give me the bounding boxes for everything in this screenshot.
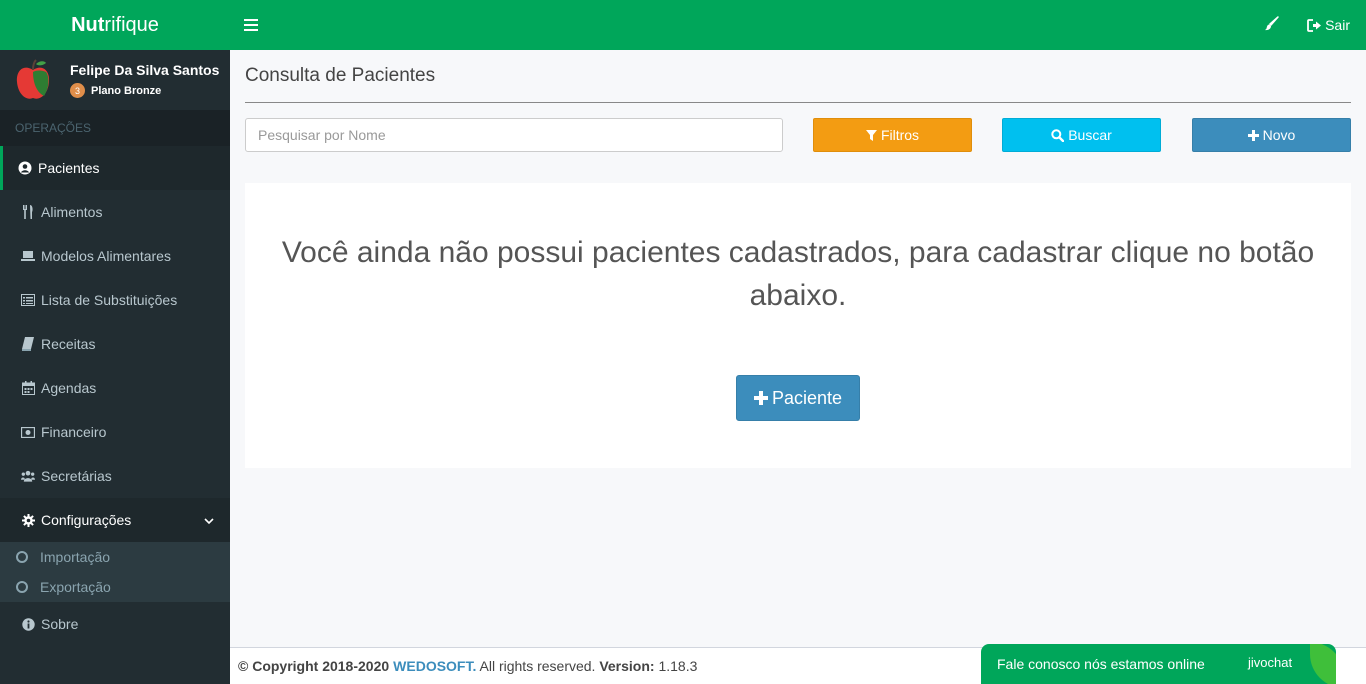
sidebar-item-label: Configurações bbox=[41, 512, 132, 528]
users-icon bbox=[21, 469, 35, 483]
sidebar-item-sobre[interactable]: Sobre bbox=[0, 602, 230, 646]
chat-widget[interactable]: Fale conosco nós estamos online jivochat bbox=[981, 644, 1336, 684]
utensils-icon bbox=[21, 205, 35, 219]
chat-leaf-icon bbox=[1310, 644, 1336, 684]
money-icon bbox=[21, 425, 35, 439]
apple-icon bbox=[14, 58, 52, 102]
sidebar-item-pacientes[interactable]: Pacientes bbox=[0, 146, 230, 190]
version-value: 1.18.3 bbox=[654, 658, 698, 674]
new-button-label: Novo bbox=[1262, 127, 1296, 143]
list-alt-icon bbox=[21, 293, 35, 307]
sidebar-subitem-label: Importação bbox=[40, 549, 111, 565]
search-button[interactable]: Buscar bbox=[1002, 118, 1161, 152]
logout-button[interactable]: Sair bbox=[1307, 17, 1350, 33]
sidebar-item-label: Alimentos bbox=[41, 204, 103, 220]
sidebar-item-agendas[interactable]: Agendas bbox=[0, 366, 230, 410]
sidebar-item-label: Sobre bbox=[41, 616, 79, 632]
add-patient-label: Paciente bbox=[771, 387, 843, 408]
sidebar-subitem-importacao[interactable]: Importação bbox=[0, 542, 230, 572]
user-circle-icon bbox=[18, 161, 32, 175]
sidebar-item-label: Lista de Substituições bbox=[41, 292, 178, 308]
sidebar-item-modelos-alimentares[interactable]: Modelos Alimentares bbox=[0, 234, 230, 278]
plan-level-badge: 3 bbox=[70, 83, 85, 98]
gear-icon bbox=[21, 513, 35, 527]
plus-icon bbox=[753, 391, 768, 405]
chat-message: Fale conosco nós estamos online bbox=[997, 656, 1205, 672]
sidebar-item-alimentos[interactable]: Alimentos bbox=[0, 190, 230, 234]
plus-icon bbox=[1247, 129, 1259, 141]
add-patient-button[interactable]: Paciente bbox=[736, 375, 860, 421]
paint-brush-icon[interactable] bbox=[1264, 16, 1279, 34]
menu-toggle-icon[interactable] bbox=[244, 19, 258, 31]
book-icon bbox=[21, 337, 35, 351]
filter-icon bbox=[865, 129, 877, 141]
user-name: Felipe Da Silva Santos bbox=[70, 62, 220, 78]
brand-rest: rifique bbox=[104, 13, 159, 36]
empty-state-box: Você ainda não possui pacientes cadastra… bbox=[245, 183, 1351, 468]
sidebar-item-configuracoes[interactable]: Configurações bbox=[0, 498, 230, 542]
top-navbar: Sair bbox=[230, 0, 1366, 50]
plan-info: 3 Plano Bronze bbox=[70, 83, 219, 98]
new-button[interactable]: Novo bbox=[1192, 118, 1351, 152]
sidebar-item-label: Agendas bbox=[41, 380, 97, 396]
plan-name: Plano Bronze bbox=[91, 84, 162, 97]
sidebar-item-label: Financeiro bbox=[41, 424, 107, 440]
empty-state-message: Você ainda não possui pacientes cadastra… bbox=[281, 236, 1315, 312]
copyright-text: © Copyright 2018-2020 bbox=[238, 658, 390, 674]
sidebar: Nut rifique Felipe Da Silva Santos 3 Plan… bbox=[0, 0, 230, 684]
search-button-label: Buscar bbox=[1068, 127, 1112, 143]
info-icon bbox=[21, 617, 35, 631]
sidebar-section-header: OPERAÇÕES bbox=[0, 110, 230, 146]
brand-bold: Nut bbox=[71, 13, 105, 36]
user-panel: Felipe Da Silva Santos 3 Plano Bronze bbox=[0, 50, 230, 110]
laptop-icon bbox=[21, 249, 35, 263]
filter-button-label: Filtros bbox=[880, 127, 920, 143]
version-label: Version: bbox=[599, 658, 655, 674]
sidebar-item-label: Receitas bbox=[41, 336, 96, 352]
sidebar-item-label: Secretárias bbox=[41, 468, 112, 484]
chevron-down-icon bbox=[204, 512, 214, 528]
search-input[interactable] bbox=[245, 118, 783, 152]
sidebar-item-lista-substituicoes[interactable]: Lista de Substituições bbox=[0, 278, 230, 322]
sidebar-item-label: Pacientes bbox=[38, 160, 100, 176]
configuracoes-submenu: Importação Exportação bbox=[0, 542, 230, 602]
sidebar-item-financeiro[interactable]: Financeiro bbox=[0, 410, 230, 454]
company-link[interactable]: WEDOSOFT. bbox=[393, 658, 476, 674]
brand-logo[interactable]: Nut rifique bbox=[0, 0, 230, 50]
rights-text: All rights reserved. bbox=[476, 658, 600, 674]
title-divider bbox=[245, 102, 1351, 103]
chat-brand-logo: jivochat bbox=[1248, 655, 1293, 670]
main-content: Consulta de Pacientes Filtros Buscar Nov… bbox=[230, 50, 1366, 647]
sidebar-item-receitas[interactable]: Receitas bbox=[0, 322, 230, 366]
logout-label: Sair bbox=[1325, 17, 1350, 33]
filter-button[interactable]: Filtros bbox=[813, 118, 972, 152]
page-title: Consulta de Pacientes bbox=[245, 65, 436, 86]
calendar-icon bbox=[21, 381, 35, 395]
sign-out-icon bbox=[1307, 18, 1322, 32]
circle-icon bbox=[16, 551, 28, 563]
circle-icon bbox=[16, 581, 28, 593]
sidebar-item-label: Modelos Alimentares bbox=[41, 248, 171, 264]
sidebar-subitem-label: Exportação bbox=[40, 579, 111, 595]
sidebar-subitem-exportacao[interactable]: Exportação bbox=[0, 572, 230, 602]
sidebar-item-secretarias[interactable]: Secretárias bbox=[0, 454, 230, 498]
search-icon bbox=[1051, 128, 1065, 142]
